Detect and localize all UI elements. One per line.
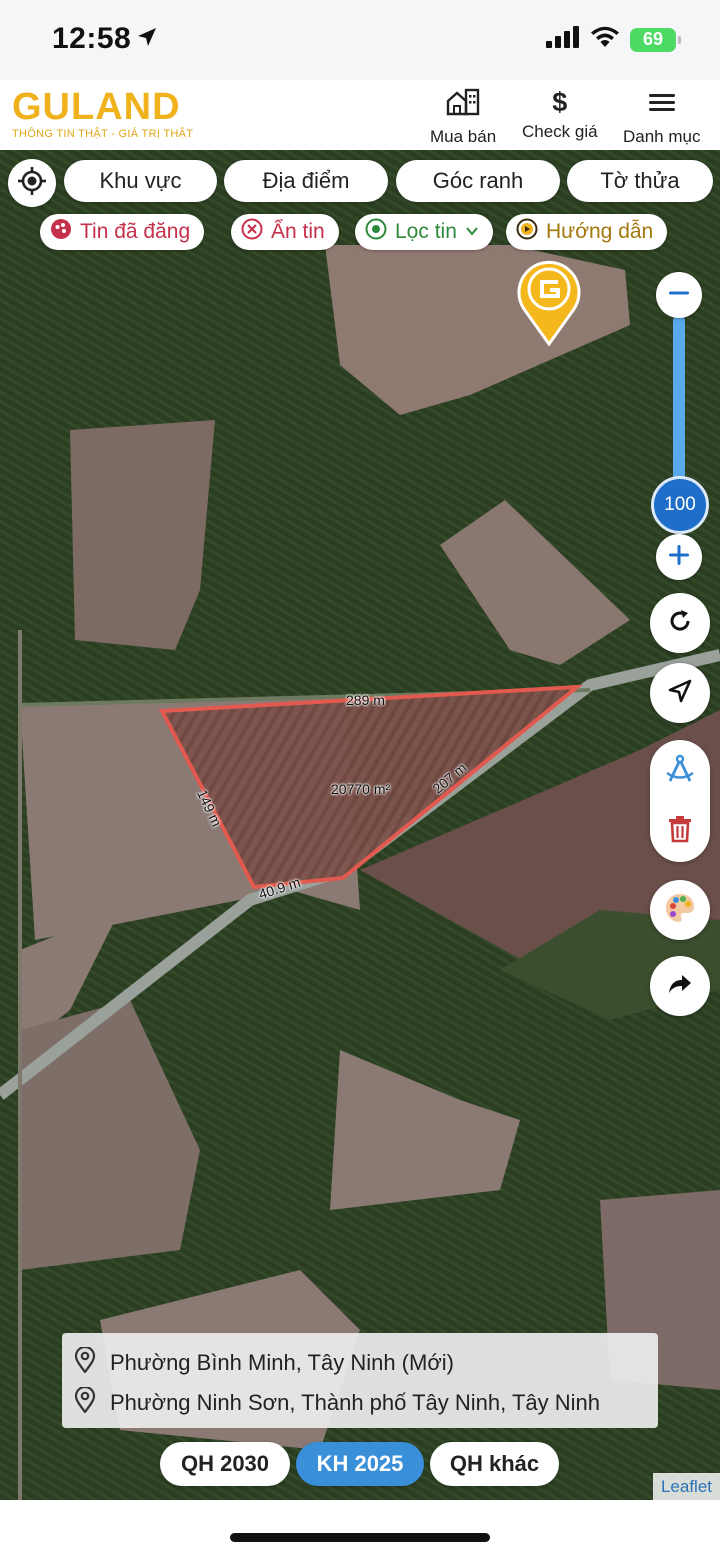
- zoom-out-button[interactable]: [656, 272, 702, 318]
- nav-check-price-label: Check giá: [522, 122, 598, 141]
- plus-icon: [667, 543, 691, 572]
- chip-posted-listings[interactable]: Tin đã đăng: [40, 214, 205, 250]
- palette-pin-icon: [50, 218, 72, 246]
- trash-icon: [667, 815, 693, 848]
- zoom-in-button[interactable]: [656, 534, 702, 580]
- location-pin-icon: [74, 1345, 96, 1379]
- building-icon: [445, 88, 481, 121]
- tab-qh-other[interactable]: QH khác: [430, 1442, 559, 1486]
- navigation-arrow-icon: [666, 677, 694, 710]
- wifi-icon: [590, 26, 620, 53]
- satellite-map[interactable]: 289 m 20770 m² 207 m 149 m 40.9 m Khu vự…: [0, 150, 720, 1500]
- chip-filter-listings[interactable]: Lọc tin: [355, 214, 493, 250]
- nav-check-price[interactable]: $ Check giá: [522, 88, 598, 142]
- filter-place-button[interactable]: Địa điểm: [224, 160, 388, 202]
- status-time: 12:58: [52, 22, 132, 55]
- refresh-icon: [666, 607, 694, 640]
- location-arrow-icon: [136, 26, 158, 53]
- zoom-level-knob[interactable]: 100: [651, 476, 709, 534]
- logo-text: GULAND: [12, 86, 181, 128]
- chip-hide-label: Ẩn tin: [271, 220, 325, 243]
- measure-button[interactable]: [650, 743, 710, 801]
- nav-menu-label: Danh mục: [623, 127, 701, 146]
- nav-menu[interactable]: Danh mục: [623, 88, 700, 147]
- compass-draw-icon: [663, 753, 697, 792]
- address-panel: Phường Bình Minh, Tây Ninh (Mới) Phường …: [62, 1333, 658, 1428]
- address-line-2: Phường Ninh Sơn, Thành phố Tây Ninh, Tây…: [110, 1390, 600, 1415]
- share-arrow-icon: [666, 970, 694, 1003]
- crosshair-icon: [17, 166, 47, 201]
- edge-label-top: 289 m: [346, 692, 385, 708]
- leaflet-attribution-link[interactable]: Leaflet: [652, 1473, 720, 1500]
- satellite-imagery: [0, 150, 720, 1500]
- hamburger-menu-icon: [647, 88, 677, 121]
- home-indicator[interactable]: [230, 1533, 490, 1542]
- signal-icon: [546, 26, 580, 53]
- status-bar: 12:58 69: [0, 0, 720, 80]
- play-circle-icon: [516, 218, 538, 246]
- chip-guide-label: Hướng dẫn: [546, 220, 654, 243]
- map-style-button[interactable]: [650, 880, 710, 940]
- tab-qh-2030[interactable]: QH 2030: [160, 1442, 290, 1486]
- chip-guide[interactable]: Hướng dẫn: [506, 214, 668, 250]
- chip-hide-listings[interactable]: Ẩn tin: [231, 214, 339, 250]
- filter-parcel-button[interactable]: Tờ thửa: [567, 160, 713, 202]
- close-circle-icon: [241, 218, 263, 246]
- address-line-new: Phường Bình Minh, Tây Ninh (Mới): [74, 1343, 658, 1383]
- home-bar-area: [0, 1500, 720, 1557]
- filter-corner-button[interactable]: Góc ranh: [396, 160, 560, 202]
- guland-logo[interactable]: GULAND THÔNG TIN THẬT - GIÁ TRỊ THẬT: [12, 88, 193, 140]
- address-line-old: Phường Ninh Sơn, Thành phố Tây Ninh, Tây…: [74, 1383, 658, 1423]
- chip-posted-label: Tin đã đăng: [80, 220, 191, 243]
- filter-area-button[interactable]: Khu vực: [64, 160, 217, 202]
- tab-kh-2025[interactable]: KH 2025: [296, 1442, 424, 1486]
- app-header: GULAND THÔNG TIN THẬT - GIÁ TRỊ THẬT Mua…: [0, 80, 720, 150]
- navigate-button[interactable]: [650, 663, 710, 723]
- minus-icon: [667, 281, 691, 310]
- nav-buy-sell-label: Mua bán: [430, 127, 497, 146]
- battery-charging-icon: 69: [630, 27, 681, 52]
- refresh-button[interactable]: [650, 593, 710, 653]
- dollar-icon: $: [552, 87, 568, 117]
- address-line-1: Phường Bình Minh, Tây Ninh (Mới): [110, 1350, 454, 1375]
- share-button[interactable]: [650, 956, 710, 1016]
- palette-icon: [663, 891, 697, 930]
- chevron-down-icon: [465, 220, 479, 244]
- map-pin-icon: [365, 218, 387, 246]
- delete-button[interactable]: [650, 802, 710, 860]
- location-pin-icon: [74, 1385, 96, 1419]
- guland-location-marker[interactable]: [514, 254, 584, 351]
- nav-buy-sell[interactable]: Mua bán: [430, 88, 496, 147]
- chip-filter-label: Lọc tin: [395, 220, 457, 243]
- logo-tagline: THÔNG TIN THẬT - GIÁ TRỊ THẬT: [12, 128, 194, 140]
- locate-me-button[interactable]: [8, 159, 56, 207]
- area-label: 20770 m²: [331, 781, 391, 797]
